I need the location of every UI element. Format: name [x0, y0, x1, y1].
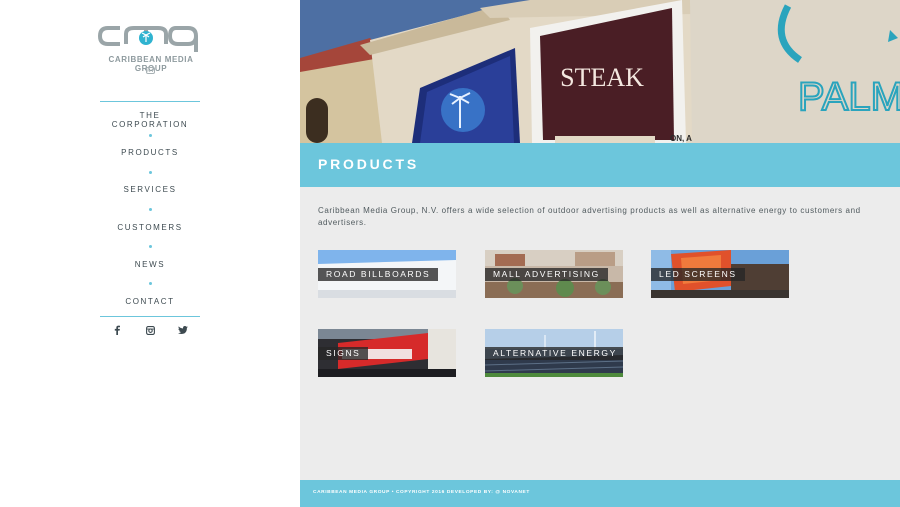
page-title: PRODUCTS — [318, 156, 419, 172]
product-tile-signs[interactable]: SIGNS — [318, 329, 456, 377]
nav-separator-dot — [149, 171, 152, 174]
main-nav: THE CORPORATION PRODUCTS SERVICES CUSTOM… — [100, 101, 200, 317]
facebook-icon[interactable] — [111, 324, 123, 336]
product-label: SIGNS — [318, 347, 369, 360]
nav-item-contact[interactable]: CONTACT — [100, 297, 200, 306]
product-tile-led-screens[interactable]: LED SCREENS — [651, 250, 789, 298]
hero-sign-palm: PALM — [798, 75, 900, 119]
instagram-icon[interactable] — [144, 324, 156, 336]
nav-separator-dot — [149, 245, 152, 248]
footer: CARIBBEAN MEDIA GROUP • COPYRIGHT 2016 D… — [300, 480, 900, 507]
main-content: Caribbean Media Group, N.V. offers a wid… — [300, 187, 900, 480]
hero-image: STEAK ON, ARUBA PALM — [300, 0, 900, 143]
product-label: ALTERNATIVE ENERGY — [485, 347, 623, 360]
page-title-bar: PRODUCTS — [300, 143, 900, 187]
product-label: MALL ADVERTISING — [485, 268, 608, 281]
nav-item-customers[interactable]: CUSTOMERS — [100, 223, 200, 232]
nav-separator-dot — [149, 282, 152, 285]
logo-mark-icon — [97, 26, 199, 52]
logo-badge: N.V — [146, 67, 155, 74]
product-tile-alternative-energy[interactable]: ALTERNATIVE ENERGY — [485, 329, 623, 377]
nav-item-products[interactable]: PRODUCTS — [100, 148, 200, 157]
footer-copyright: CARIBBEAN MEDIA GROUP • COPYRIGHT 2016 D… — [313, 490, 530, 495]
hero-sign-steak: STEAK — [560, 63, 644, 92]
nav-separator-dot — [149, 134, 152, 137]
product-label: ROAD BILLBOARDS — [318, 268, 439, 281]
product-label: LED SCREENS — [651, 268, 745, 281]
nav-item-services[interactable]: SERVICES — [100, 185, 200, 194]
product-tile-mall-advertising[interactable]: MALL ADVERTISING — [485, 250, 623, 298]
twitter-icon[interactable] — [177, 324, 189, 336]
nav-item-the-corporation[interactable]: THE CORPORATION — [100, 111, 200, 129]
nav-separator-dot — [149, 208, 152, 211]
logo[interactable]: CARIBBEAN MEDIA GROUP N.V — [96, 22, 206, 76]
intro-paragraph: Caribbean Media Group, N.V. offers a wid… — [318, 206, 861, 227]
sidebar: CARIBBEAN MEDIA GROUP N.V THE CORPORATIO… — [0, 0, 300, 507]
nav-item-news[interactable]: NEWS — [100, 260, 200, 269]
product-tile-road-billboards[interactable]: ROAD BILLBOARDS — [318, 250, 456, 298]
